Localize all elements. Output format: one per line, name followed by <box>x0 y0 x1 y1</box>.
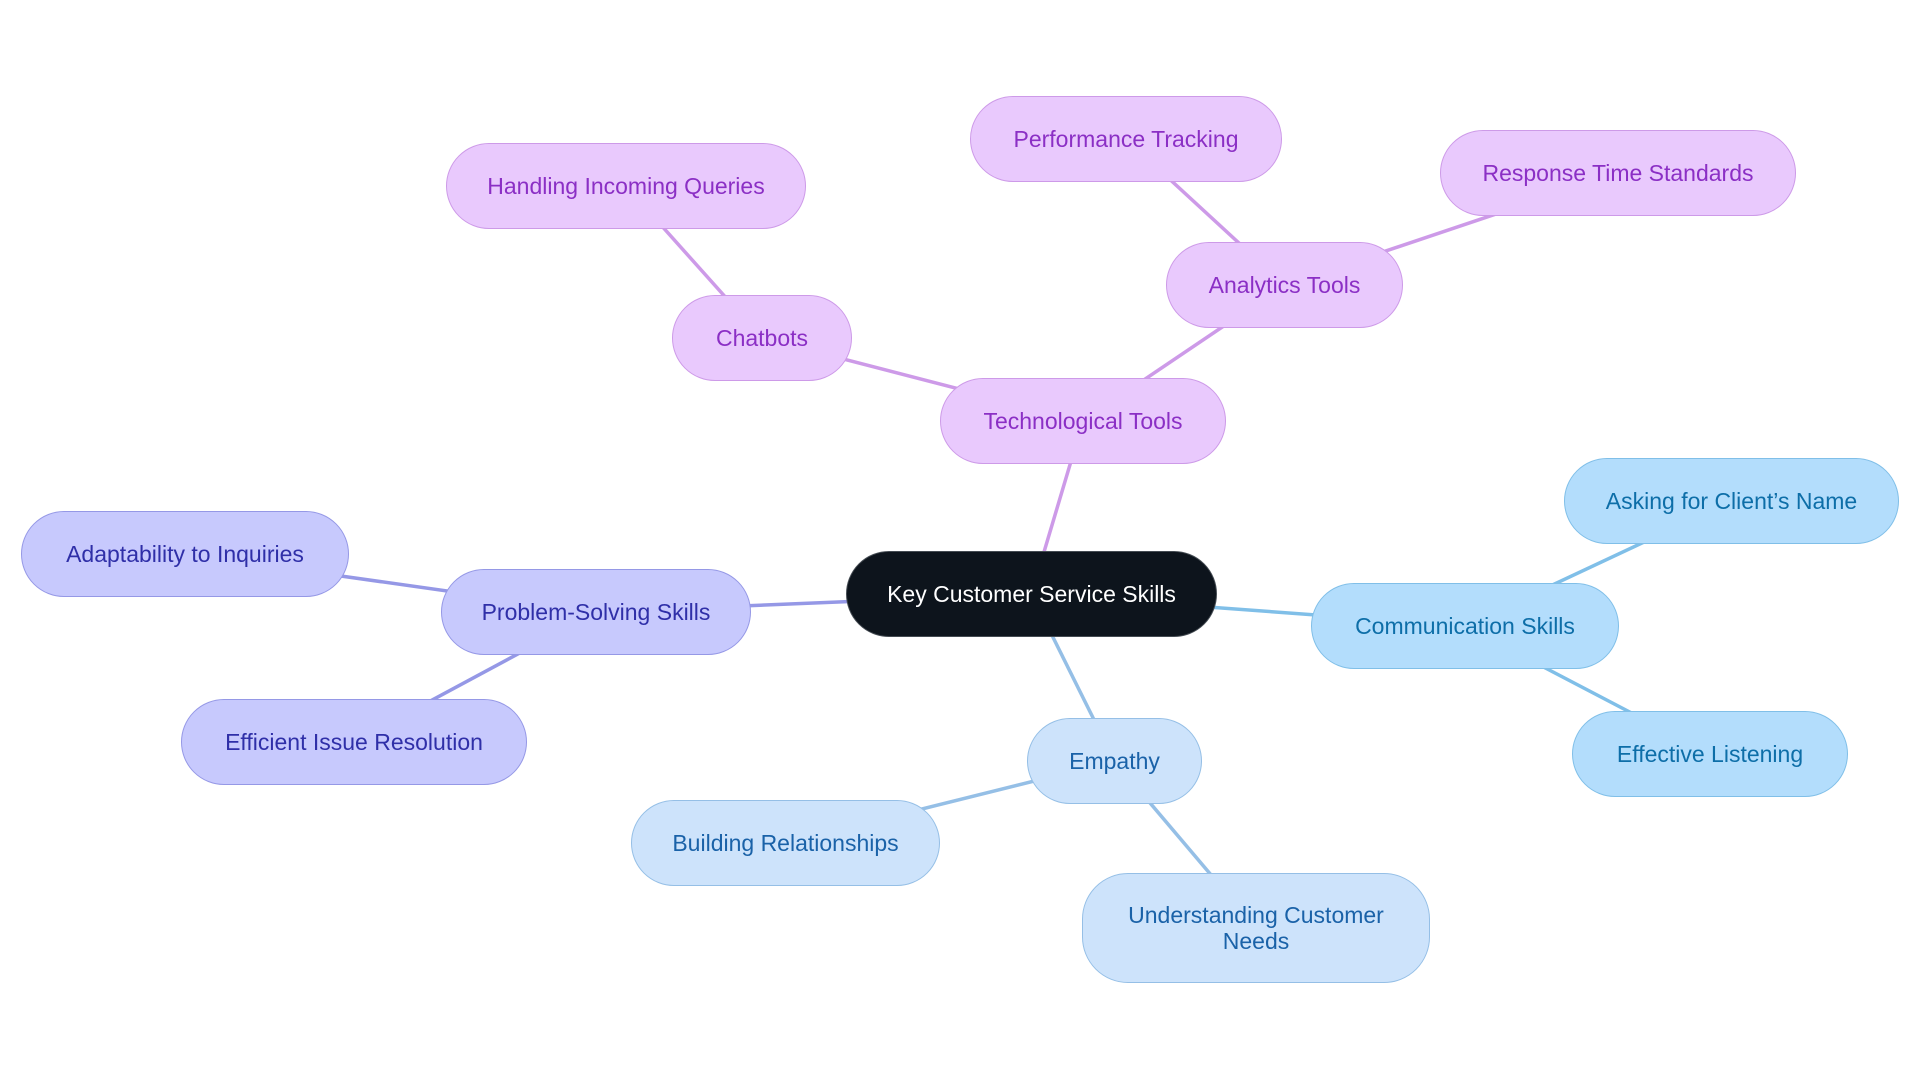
node-label: Problem-Solving Skills <box>481 599 711 625</box>
node-label: Response Time Standards <box>1482 160 1754 186</box>
node-label: Asking for Client’s Name <box>1605 488 1858 514</box>
node-asking-for-clients-name[interactable]: Asking for Client’s Name <box>1564 458 1899 544</box>
node-analytics-tools[interactable]: Analytics Tools <box>1166 242 1403 328</box>
node-label: Building Relationships <box>672 830 899 856</box>
node-label: Analytics Tools <box>1208 272 1361 298</box>
node-building-relationships[interactable]: Building Relationships <box>631 800 940 886</box>
node-technological-tools[interactable]: Technological Tools <box>940 378 1226 464</box>
node-label: Chatbots <box>715 325 809 351</box>
node-label: Handling Incoming Queries <box>487 173 765 199</box>
node-label: Empathy <box>1069 748 1160 774</box>
node-empathy[interactable]: Empathy <box>1027 718 1202 804</box>
node-handling-incoming-queries[interactable]: Handling Incoming Queries <box>446 143 806 229</box>
node-label: Key Customer Service Skills <box>887 581 1176 607</box>
node-communication-skills[interactable]: Communication Skills <box>1311 583 1619 669</box>
node-label: Adaptability to Inquiries <box>66 541 304 567</box>
node-response-time-standards[interactable]: Response Time Standards <box>1440 130 1796 216</box>
node-label: Understanding Customer Needs <box>1128 902 1384 954</box>
node-problem-solving-skills[interactable]: Problem-Solving Skills <box>441 569 751 655</box>
node-label: Effective Listening <box>1616 741 1804 767</box>
node-label: Technological Tools <box>983 408 1183 434</box>
node-performance-tracking[interactable]: Performance Tracking <box>970 96 1282 182</box>
node-label: Efficient Issue Resolution <box>225 729 483 755</box>
node-chatbots[interactable]: Chatbots <box>672 295 852 381</box>
node-efficient-issue-resolution[interactable]: Efficient Issue Resolution <box>181 699 527 785</box>
node-understanding-customer-needs[interactable]: Understanding Customer Needs <box>1082 873 1430 983</box>
node-label: Communication Skills <box>1355 613 1575 639</box>
node-effective-listening[interactable]: Effective Listening <box>1572 711 1848 797</box>
node-label: Performance Tracking <box>1013 126 1239 152</box>
mindmap-canvas: Key Customer Service Skills Technologica… <box>0 0 1920 1083</box>
root-node-key-customer-service-skills[interactable]: Key Customer Service Skills <box>846 551 1217 637</box>
node-adaptability-to-inquiries[interactable]: Adaptability to Inquiries <box>21 511 349 597</box>
